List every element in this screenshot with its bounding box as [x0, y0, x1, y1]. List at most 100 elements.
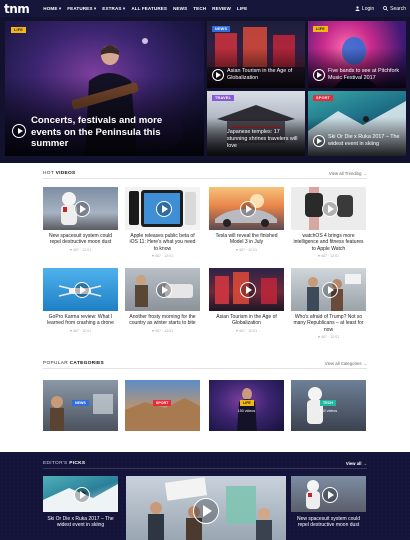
video-thumbnail[interactable] [291, 268, 366, 311]
video-meta: ♥ 467 · 12:01 [69, 247, 92, 252]
video-meta: ♥ 467 · 12:01 [151, 328, 174, 333]
nav-tech[interactable]: TECH [193, 6, 206, 12]
pick-card-left[interactable]: Ski Or Die x Ruka 2017 – The widest even… [43, 476, 118, 529]
popular-categories-view-all-link[interactable]: View all Categories → [325, 361, 367, 366]
play-icon[interactable] [322, 201, 338, 217]
picks-title-bold: PICKS [69, 461, 86, 466]
hero-tile-1-tag[interactable]: NEWS [212, 26, 231, 32]
search-link[interactable]: Search [383, 6, 406, 12]
hero-tile-3[interactable]: TRAVEL Japanese temples: 17 stunning shr… [207, 91, 305, 156]
pick-thumbnail[interactable] [43, 476, 118, 512]
play-icon[interactable] [156, 282, 172, 298]
hero-main-play-icon[interactable] [12, 124, 26, 138]
user-icon [355, 6, 360, 11]
play-icon[interactable] [156, 201, 172, 217]
play-icon[interactable] [322, 282, 338, 298]
play-icon[interactable] [322, 487, 338, 503]
hero-tile-2-tag[interactable]: LIFE [313, 26, 329, 32]
hero-main-tile[interactable]: LIFE Concerts, festivals and more events… [5, 21, 204, 156]
search-label: Search [390, 5, 406, 12]
video-card[interactable]: Tesla will reveal the finished Model 3 i… [209, 187, 284, 252]
hero-tile-2-title[interactable]: Five bands to see at Pitchfork Music Fes… [328, 68, 402, 82]
play-icon[interactable] [240, 282, 256, 298]
login-label: Login [361, 5, 375, 12]
category-card-tech[interactable]: TECH 150 videos [291, 380, 366, 431]
video-thumbnail[interactable] [43, 268, 118, 311]
nav-home-label: HOME [43, 5, 58, 11]
video-card[interactable]: Another frosty morning for the country a… [125, 268, 200, 333]
video-thumbnail[interactable] [125, 268, 200, 311]
hero-main-tag[interactable]: LIFE [11, 27, 27, 33]
video-title[interactable]: Apple releases public beta of iOS 11: He… [125, 233, 200, 252]
hero-tile-3-tag[interactable]: TRAVEL [212, 95, 235, 101]
hot-videos-title-bold: VIDEOS [55, 171, 76, 176]
video-card[interactable]: watchOS 4 brings more intelligence and f… [291, 187, 366, 258]
top-navbar: tnm HOME ▾ FEATURES ▾ EXTRAS ▾ ALL FEATU… [0, 0, 410, 17]
category-tag-tech[interactable]: TECH [320, 400, 336, 406]
play-icon[interactable] [74, 487, 90, 503]
category-tag-life[interactable]: LIFE [240, 400, 254, 406]
hero-tile-2-play-icon[interactable] [313, 69, 325, 81]
category-card-life[interactable]: LIFE 150 videos [209, 380, 284, 431]
video-title[interactable]: Asian Tourism in the Age of Globalizatio… [209, 314, 284, 327]
hero-tile-4-play-icon[interactable] [313, 135, 325, 147]
hero-tile-4-title[interactable]: Ski Or Die x Ruka 2017 – The widest even… [328, 134, 402, 148]
hot-videos-view-all-link[interactable]: View all Trending → [329, 171, 367, 176]
category-card-sport[interactable]: SPORT [125, 380, 200, 431]
category-card-news[interactable]: NEWS [43, 380, 118, 431]
video-meta: ♥ 467 · 12:01 [151, 254, 174, 259]
pick-card-right[interactable]: New spacesuit system could repel destruc… [291, 476, 366, 529]
nav-all-features[interactable]: ALL FEATURES [131, 6, 167, 12]
video-thumbnail[interactable] [209, 268, 284, 311]
video-title[interactable]: GoPro Karma review: What I learned from … [43, 314, 118, 327]
editors-picks-view-all-link[interactable]: View all → [346, 461, 367, 466]
hero-main-title[interactable]: Concerts, festivals and more events on t… [31, 115, 191, 150]
popular-categories-title: POPULAR CATEGORIES [43, 361, 104, 366]
video-meta: ♥ 467 · 12:01 [235, 247, 258, 252]
picks-title-light: EDITOR'S [43, 461, 68, 466]
video-thumbnail[interactable] [43, 187, 118, 230]
hero-tile-4-tag[interactable]: SPORT [313, 95, 334, 101]
popular-categories-header: POPULAR CATEGORIES View all Categories → [43, 361, 367, 369]
pick-title[interactable]: Ski Or Die x Ruka 2017 – The widest even… [43, 516, 118, 529]
nav-review[interactable]: REVIEW [212, 6, 231, 12]
video-title[interactable]: Who's afraid of Trump? Not so many Repub… [291, 314, 366, 333]
video-thumbnail[interactable] [209, 187, 284, 230]
login-link[interactable]: Login [355, 6, 374, 12]
video-thumbnail[interactable] [291, 187, 366, 230]
hero-tile-1-play-icon[interactable] [212, 69, 224, 81]
nav-features[interactable]: FEATURES ▾ [67, 6, 96, 12]
video-card[interactable]: GoPro Karma review: What I learned from … [43, 268, 118, 333]
play-icon[interactable] [240, 201, 256, 217]
site-logo[interactable]: tnm [4, 2, 30, 16]
pick-card-featured[interactable] [126, 476, 286, 540]
pick-thumbnail[interactable] [291, 476, 366, 512]
play-icon[interactable] [74, 201, 90, 217]
video-title[interactable]: Another frosty morning for the country a… [125, 314, 200, 327]
pick-title[interactable]: New spacesuit system could repel destruc… [291, 516, 366, 529]
category-tag-news[interactable]: NEWS [72, 400, 89, 406]
nav-life[interactable]: LIFE [237, 6, 247, 12]
video-title[interactable]: New spacesuit system could repel destruc… [43, 233, 118, 246]
video-card[interactable]: Apple releases public beta of iOS 11: He… [125, 187, 200, 258]
pick-featured-play-icon[interactable] [193, 498, 219, 524]
video-card[interactable]: Asian Tourism in the Age of Globalizatio… [209, 268, 284, 333]
hero-tile-1-title[interactable]: Asian Tourism in the Age of Globalizatio… [227, 68, 301, 82]
hot-videos-header: HOT VIDEOS View all Trending → [43, 171, 367, 179]
category-tag-sport[interactable]: SPORT [153, 400, 172, 406]
hero-tile-2[interactable]: LIFE Five bands to see at Pitchfork Musi… [308, 21, 406, 88]
nav-news[interactable]: NEWS [173, 6, 187, 12]
video-thumbnail[interactable] [125, 187, 200, 230]
nav-extras[interactable]: EXTRAS ▾ [102, 6, 125, 12]
nav-home[interactable]: HOME ▾ [43, 6, 61, 12]
play-icon[interactable] [74, 282, 90, 298]
video-card[interactable]: Who's afraid of Trump? Not so many Repub… [291, 268, 366, 339]
video-card[interactable]: New spacesuit system could repel destruc… [43, 187, 118, 252]
hero-tile-4[interactable]: SPORT Ski Or Die x Ruka 2017 – The wides… [308, 91, 406, 156]
search-icon [383, 6, 389, 11]
video-title[interactable]: Tesla will reveal the finished Model 3 i… [209, 233, 284, 246]
hero-tile-1[interactable]: NEWS Asian Tourism in the Age of Globali… [207, 21, 305, 88]
video-meta: ♥ 467 · 12:01 [69, 328, 92, 333]
hero-tile-3-title[interactable]: Japanese temples: 17 stunning shrines tr… [227, 129, 301, 149]
video-title[interactable]: watchOS 4 brings more intelligence and f… [291, 233, 366, 252]
